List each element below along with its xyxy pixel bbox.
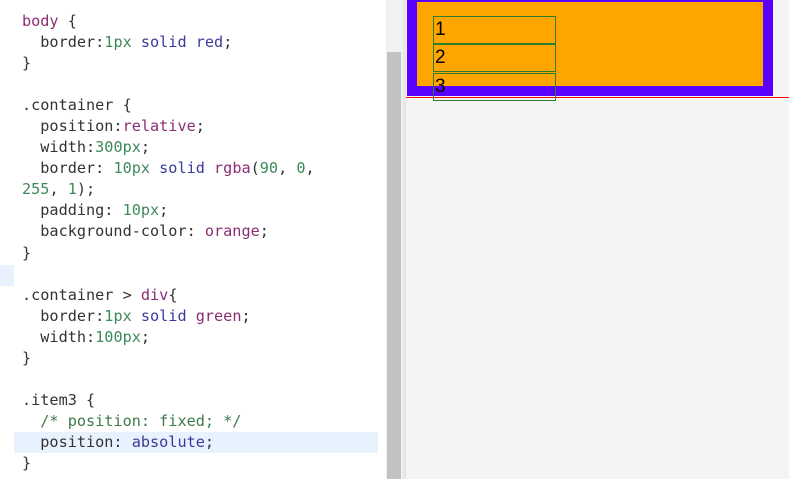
code-token: 0 [296,159,306,178]
code-line[interactable]: width:100px; [22,327,378,348]
code-token: 100px [95,327,141,346]
code-token: 1px [104,306,132,325]
code-token: absolute [131,432,205,451]
code-token: { [76,390,96,409]
code-token: ; [259,222,269,241]
item-2: 2 [433,44,556,72]
code-token: ; [159,201,169,220]
code-line[interactable]: 255, 1); [22,179,378,200]
code-token: .item3 [22,390,77,409]
code-line[interactable]: } [22,53,378,74]
code-token: { [113,96,132,115]
code-token: 90 [259,159,279,178]
code-token: ; [195,117,205,136]
code-token: , [278,159,297,178]
code-token: ; [140,138,151,157]
code-token: 1px [104,33,132,52]
code-token: padding: [22,201,123,220]
code-token: rgba [214,159,251,178]
code-token: 10px [113,159,151,178]
css-code[interactable]: body { border:1px solid red;} .container… [14,11,378,474]
code-token: ; [204,432,215,451]
code-line[interactable]: border: 10px solid rgba(90, 0, [22,158,378,179]
code-token: { [58,12,77,30]
code-token: width: [22,327,96,346]
code-token: ; [140,327,151,346]
code-editor[interactable]: body { border:1px solid red;} .container… [0,0,386,479]
code-token: ); [76,180,96,199]
result-preview: 1 2 3 [406,0,789,479]
code-line[interactable]: } [22,453,378,474]
code-token: red [195,33,224,52]
code-token: , [305,159,315,178]
code-token: > [113,285,141,304]
code-line[interactable] [22,369,378,390]
code-token: border: [22,306,105,325]
code-line[interactable] [22,74,378,95]
item-1: 1 [433,16,556,44]
code-token: 300px [95,138,141,157]
code-token: 1 [67,180,77,199]
code-token: ; [223,33,233,52]
code-token: width: [22,138,96,157]
code-token: 255 [22,180,50,199]
code-line[interactable]: background-color: orange; [22,221,378,242]
code-token: } [22,348,32,367]
item-3: 3 [433,73,556,101]
code-token: solid [131,33,196,52]
code-token: green [195,306,242,325]
code-line[interactable]: padding: 10px; [22,200,378,221]
code-token: solid [131,306,196,325]
code-line[interactable]: position: absolute; [14,431,378,453]
code-line[interactable]: } [22,243,378,264]
code-token: } [22,243,32,262]
code-token: } [22,54,32,73]
code-token: .container [22,96,114,115]
code-token: solid [150,159,215,178]
code-token: } [22,453,32,472]
editor-scrollbar-thumb[interactable] [387,52,401,479]
code-token: orange [204,222,260,241]
code-line[interactable]: position:relative; [22,116,378,137]
code-line[interactable] [22,264,378,285]
code-line[interactable]: .container > div{ [22,285,378,306]
gutter-marker [0,265,14,286]
code-line[interactable]: width:300px; [22,137,378,158]
code-token: relative [122,117,196,136]
code-token: /* position: fixed; */ [22,411,242,430]
code-line[interactable]: .item3 { [22,390,378,411]
code-token: ( [250,159,260,178]
code-token: 10px [122,201,160,220]
code-line[interactable]: .container { [22,95,378,116]
code-line[interactable]: /* position: fixed; */ [22,411,378,432]
code-token: position: [22,432,132,451]
code-token: , [49,180,68,199]
code-line[interactable]: border:1px solid green; [22,306,378,327]
code-line[interactable]: body { [22,11,378,32]
code-token: { [168,285,178,304]
code-token: border: [22,159,114,178]
code-token: background-color: [22,222,205,241]
code-line[interactable]: border:1px solid red; [22,32,378,53]
code-token: position: [22,117,123,136]
code-token: .container [22,285,114,304]
code-token: ; [241,306,251,325]
code-token: body [22,12,59,30]
code-token: border: [22,33,105,52]
code-token: div [140,285,169,304]
code-line[interactable]: } [22,348,378,369]
